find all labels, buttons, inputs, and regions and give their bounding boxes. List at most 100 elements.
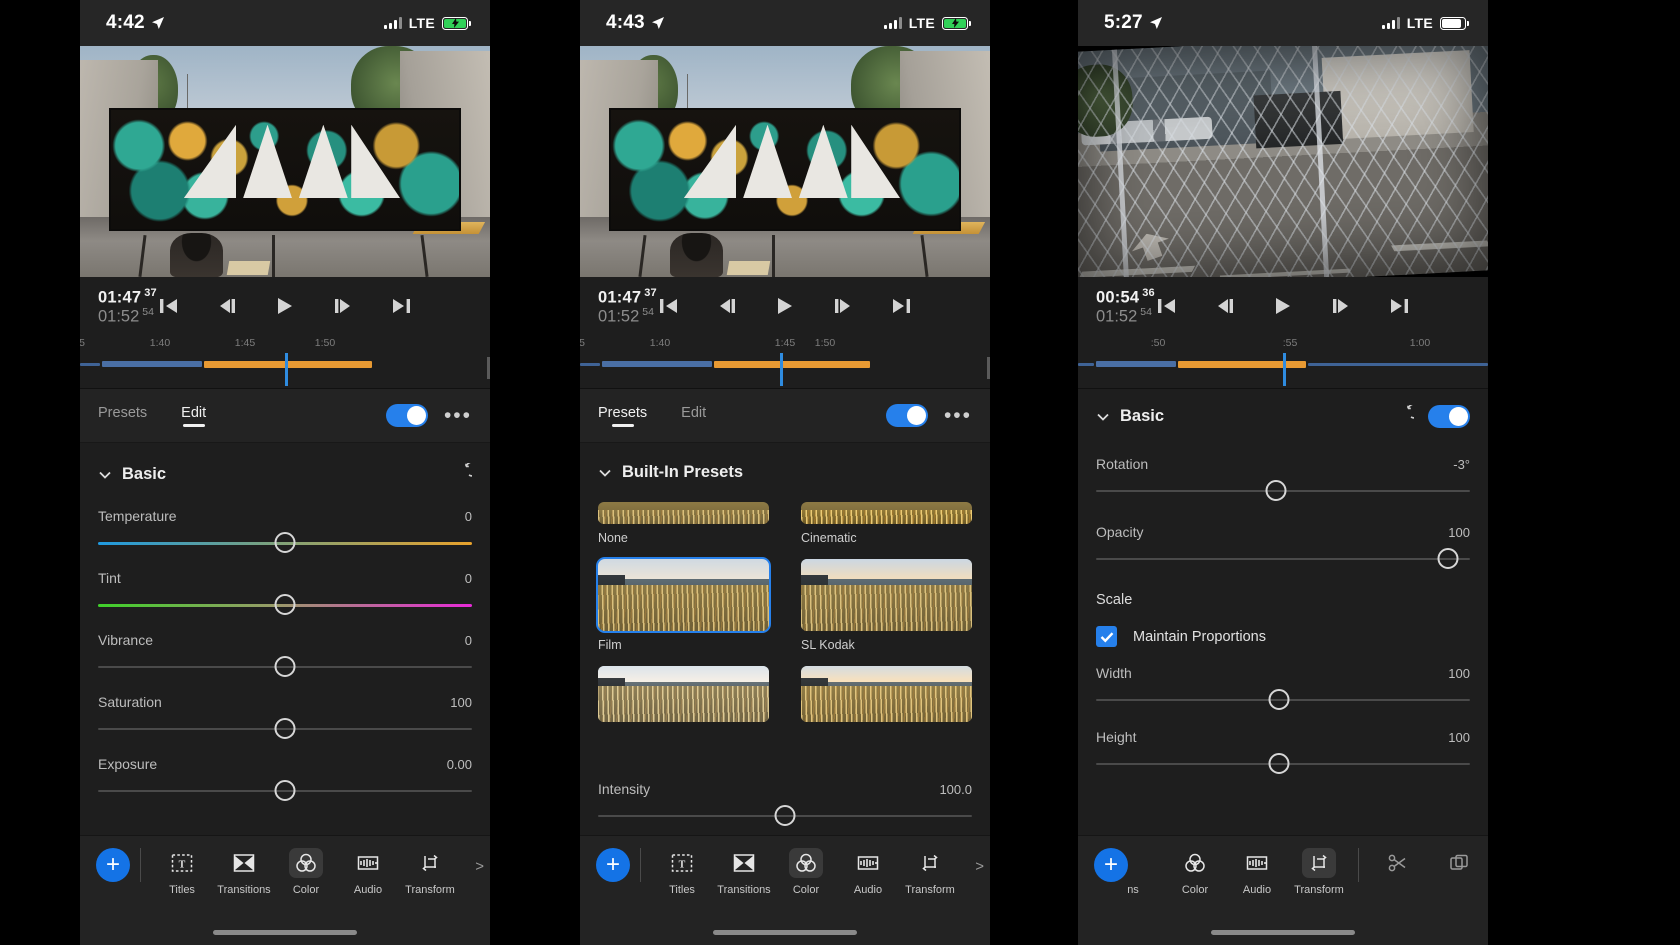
slider-value: 0 [465, 571, 472, 586]
timeline[interactable]: 5 1:40 1:45 1:50 [580, 335, 990, 389]
ruler-tick: 1:50 [315, 337, 335, 349]
skip-to-end-button[interactable] [387, 294, 415, 318]
playback-buttons [580, 294, 990, 318]
timeline[interactable]: 5 1:40 1:45 1:50 [80, 335, 490, 389]
split-button[interactable] [1367, 848, 1429, 878]
carrier-label: LTE [909, 15, 935, 31]
tab-presets[interactable]: Presets [598, 405, 647, 427]
video-preview[interactable] [80, 46, 490, 277]
slider-value: 100 [1448, 730, 1470, 745]
play-button[interactable] [771, 294, 799, 318]
preset-card[interactable]: None [598, 502, 769, 545]
timeline[interactable]: :50 :55 1:00 [1078, 335, 1488, 389]
step-back-button[interactable] [1211, 294, 1239, 318]
play-button[interactable] [1269, 294, 1297, 318]
basic-color-sliders: Temperature0 Tint0 Vibrance0 Saturation1… [80, 492, 490, 802]
ruler-tick: 1:45 [775, 337, 795, 349]
section-header-basic[interactable]: Basic [1078, 389, 1488, 434]
skip-to-end-button[interactable] [1385, 294, 1413, 318]
section-header-basic[interactable]: Basic [80, 443, 490, 492]
color-icon [289, 848, 323, 878]
video-preview[interactable] [1078, 46, 1488, 277]
skip-to-start-button[interactable] [1153, 294, 1181, 318]
add-media-button[interactable]: + [596, 848, 630, 882]
transitions-icon [227, 848, 261, 878]
tab-presets[interactable]: Presets [98, 405, 147, 427]
vibrance-slider[interactable] [98, 656, 472, 678]
timeline-track[interactable] [580, 361, 990, 367]
toolbar-more-icon[interactable]: > [475, 858, 484, 875]
tool-titles[interactable]: T Titles [651, 848, 713, 896]
tool-transitions[interactable]: Transitions [713, 848, 775, 896]
slider-label: Exposure [98, 756, 157, 772]
tool-titles[interactable]: T Titles [151, 848, 213, 896]
intensity-slider[interactable] [598, 805, 972, 827]
opacity-slider[interactable] [1096, 548, 1470, 570]
section-header-builtin-presets[interactable]: Built-In Presets [580, 443, 990, 488]
preset-thumbnail[interactable] [598, 666, 769, 722]
preset-card[interactable]: SL Kodak [801, 559, 972, 652]
slider-label: Rotation [1096, 456, 1148, 472]
preset-thumbnail[interactable] [801, 559, 972, 631]
temperature-slider[interactable] [98, 532, 472, 554]
preset-thumbnail[interactable] [801, 666, 972, 722]
slider-label: Saturation [98, 694, 162, 710]
tint-slider[interactable] [98, 594, 472, 616]
video-preview[interactable] [580, 46, 990, 277]
saturation-slider[interactable] [98, 718, 472, 740]
preset-thumbnail-selected[interactable] [598, 559, 769, 631]
maintain-proportions-row[interactable]: Maintain Proportions [1096, 608, 1470, 647]
tool-transform[interactable]: Transform [1288, 848, 1350, 896]
tool-transitions[interactable]: Transitions [213, 848, 275, 896]
exposure-slider[interactable] [98, 780, 472, 802]
status-right: LTE [1382, 15, 1466, 31]
effect-enable-toggle[interactable] [1428, 405, 1470, 428]
step-forward-button[interactable] [329, 294, 357, 318]
tab-edit[interactable]: Edit [181, 405, 206, 427]
tool-audio[interactable]: Audio [337, 848, 399, 896]
tool-transform[interactable]: Transform [899, 848, 961, 896]
maintain-proportions-checkbox[interactable] [1096, 626, 1117, 647]
battery-icon [942, 17, 968, 30]
add-media-button[interactable]: + [96, 848, 130, 882]
height-slider[interactable] [1096, 753, 1470, 775]
tool-audio[interactable]: Audio [837, 848, 899, 896]
reset-icon[interactable] [1394, 405, 1414, 428]
preset-thumbnail[interactable] [801, 502, 972, 524]
toolbar-more-icon[interactable]: > [975, 858, 984, 875]
effect-enable-toggle[interactable] [386, 404, 428, 427]
rotation-slider[interactable] [1096, 480, 1470, 502]
tool-color[interactable]: Color [1164, 848, 1226, 896]
tool-audio[interactable]: Audio [1226, 848, 1288, 896]
preset-card[interactable]: Film [598, 559, 769, 652]
tool-label: Transform [405, 884, 455, 896]
transform-icon [1302, 848, 1336, 878]
skip-to-start-button[interactable] [655, 294, 683, 318]
width-slider[interactable] [1096, 689, 1470, 711]
slider-row: Saturation100 [98, 678, 472, 740]
preset-card[interactable] [598, 666, 769, 722]
effect-enable-toggle[interactable] [886, 404, 928, 427]
reset-icon[interactable] [452, 463, 472, 486]
playhead [1283, 353, 1286, 386]
preset-card[interactable] [801, 666, 972, 722]
tool-color[interactable]: Color [775, 848, 837, 896]
step-back-button[interactable] [713, 294, 741, 318]
transport-controls: 00:5436 01:5254 [1078, 277, 1488, 335]
tool-transform[interactable]: Transform [399, 848, 461, 896]
skip-to-end-button[interactable] [887, 294, 915, 318]
step-back-button[interactable] [213, 294, 241, 318]
duplicate-button[interactable] [1429, 848, 1488, 878]
tool-color[interactable]: Color [275, 848, 337, 896]
tool-transitions[interactable]: ns [1102, 848, 1164, 896]
screenshot-root: 4:42 LTE [0, 0, 1680, 945]
intensity-section: Intensity100.0 [580, 765, 990, 827]
step-forward-button[interactable] [829, 294, 857, 318]
skip-to-start-button[interactable] [155, 294, 183, 318]
preset-thumbnail[interactable] [598, 502, 769, 524]
tab-edit[interactable]: Edit [681, 405, 706, 427]
home-indicator [713, 930, 857, 935]
play-button[interactable] [271, 294, 299, 318]
step-forward-button[interactable] [1327, 294, 1355, 318]
preset-card[interactable]: Cinematic [801, 502, 972, 545]
